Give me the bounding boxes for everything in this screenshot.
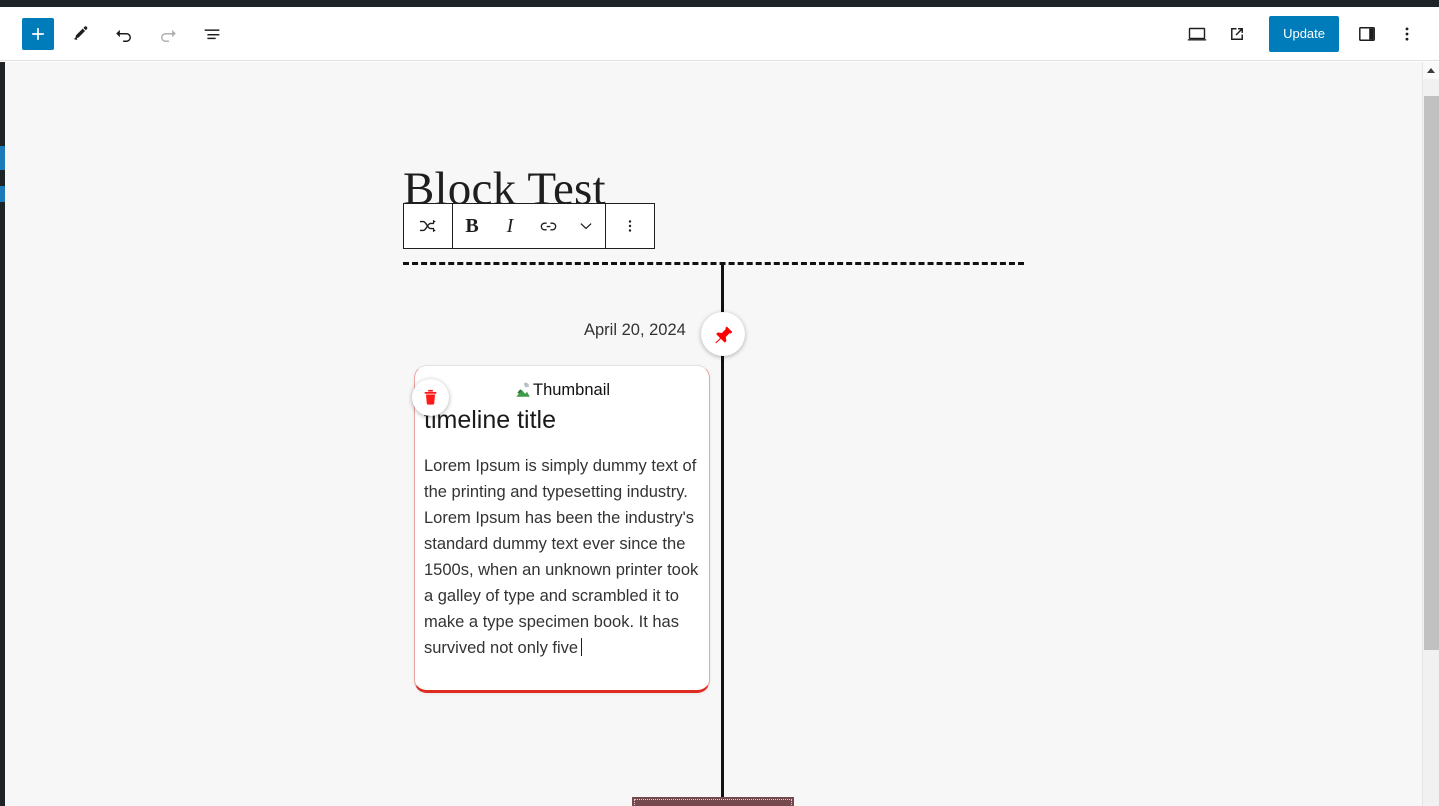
- thumbnail-alt-text: Thumbnail: [533, 380, 611, 399]
- broken-image-icon: [516, 382, 530, 397]
- undo-button[interactable]: [106, 16, 142, 52]
- header-left-group: [0, 16, 230, 52]
- list-view-icon: [204, 28, 220, 39]
- link-button[interactable]: [529, 204, 567, 248]
- timeline-pin-marker[interactable]: [701, 312, 745, 356]
- redo-button[interactable]: [150, 16, 186, 52]
- block-options-button[interactable]: [606, 204, 654, 248]
- pushpin-icon: [714, 325, 732, 343]
- editor-window: Update Block Test B I April 20, 2024 Thu…: [0, 0, 1439, 806]
- add-timeline-item-button[interactable]: Add Timeline Item: [632, 797, 794, 806]
- settings-sidebar-button[interactable]: [1349, 16, 1385, 52]
- timeline-item-thumbnail[interactable]: Thumbnail: [514, 378, 619, 402]
- scrollbar-up-arrow[interactable]: [1423, 62, 1439, 79]
- delete-timeline-item-button[interactable]: [412, 379, 449, 416]
- update-button[interactable]: Update: [1269, 15, 1339, 52]
- text-format-group: B I: [453, 204, 605, 248]
- link-icon: [540, 222, 556, 230]
- redo-icon: [161, 29, 176, 42]
- block-transform-group: [404, 204, 452, 248]
- chevron-down-icon: [580, 223, 592, 230]
- rail-highlight-secondary: [0, 186, 5, 202]
- block-toolbar: B I: [403, 203, 655, 249]
- external-link-icon: [1231, 27, 1244, 40]
- editor-canvas: Block Test B I April 20, 2024 Thumbnail …: [0, 62, 1439, 806]
- view-post-button[interactable]: [1219, 16, 1255, 52]
- vertical-dots-icon: [1405, 26, 1409, 41]
- header-right-group: Update: [1179, 15, 1439, 52]
- canvas-left-rail: [0, 62, 5, 806]
- undo-icon: [116, 29, 131, 42]
- block-options-group: [606, 204, 654, 248]
- caret-up-icon: [1427, 68, 1435, 73]
- rail-highlight-primary: [0, 146, 5, 170]
- list-view-button[interactable]: [194, 16, 230, 52]
- timeline-top-divider: [403, 262, 1024, 265]
- italic-button[interactable]: I: [491, 204, 529, 248]
- plus-icon: [32, 27, 44, 40]
- sidebar-panel-icon: [1359, 26, 1375, 41]
- text-caret: [581, 638, 583, 656]
- scrollbar-thumb[interactable]: [1424, 96, 1439, 650]
- trash-icon: [424, 389, 437, 405]
- timeline-item-body[interactable]: Lorem Ipsum is simply dummy text of the …: [424, 453, 706, 661]
- vertical-scrollbar[interactable]: [1422, 62, 1439, 806]
- tools-pencil-button[interactable]: [62, 16, 98, 52]
- editor-options-button[interactable]: [1389, 16, 1425, 52]
- desktop-preview-icon: [1187, 27, 1207, 40]
- editor-header-toolbar: Update: [0, 7, 1439, 61]
- more-formats-button[interactable]: [567, 204, 605, 248]
- shuffle-icon: [419, 219, 436, 233]
- vertical-dots-icon: [628, 220, 632, 232]
- preview-button[interactable]: [1179, 16, 1215, 52]
- block-inserter-button[interactable]: [22, 17, 54, 50]
- block-transform-button[interactable]: [404, 204, 452, 248]
- pencil-icon: [73, 25, 88, 40]
- timeline-item-body-text: Lorem Ipsum is simply dummy text of the …: [424, 457, 699, 657]
- timeline-item-date[interactable]: April 20, 2024: [584, 321, 686, 340]
- timeline-item-card[interactable]: Thumbnail timeline title Lorem Ipsum is …: [412, 365, 710, 693]
- admin-bar-strip: [0, 0, 1439, 7]
- bold-button[interactable]: B: [453, 204, 491, 248]
